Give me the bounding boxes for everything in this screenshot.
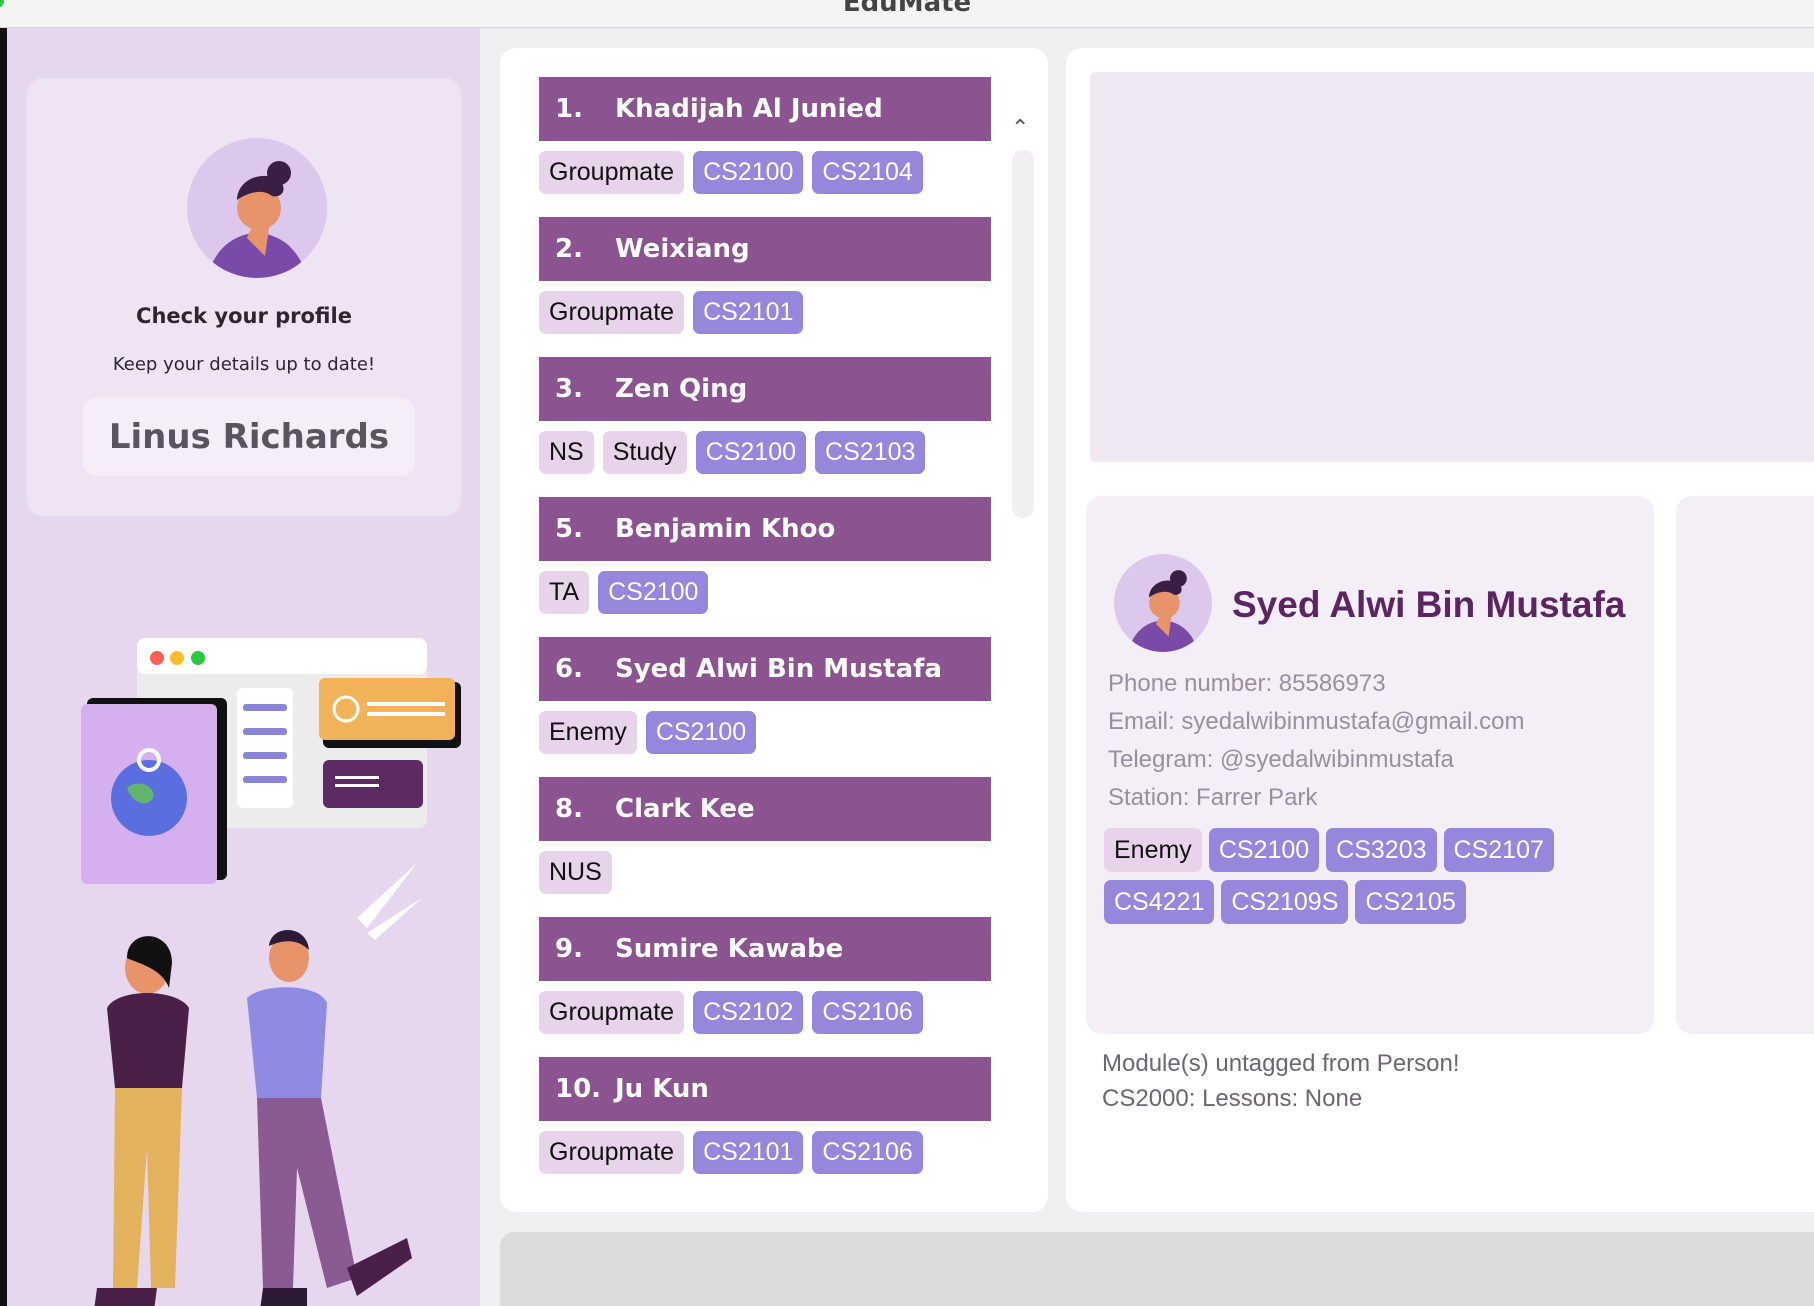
detail-name: Syed Alwi Bin Mustafa	[1232, 584, 1626, 625]
detail-station: Station: Farrer Park	[1108, 784, 1318, 811]
person-index: 2.	[555, 234, 583, 264]
person-tags: Groupmate CS2102 CS2106	[539, 991, 991, 1034]
detail-card-secondary	[1676, 496, 1814, 1034]
module-tag: CS4221	[1104, 880, 1215, 924]
person-tags: NUS	[539, 851, 991, 894]
person-detail-panel: Syed Alwi Bin Mustafa Phone number: 8558…	[1066, 48, 1814, 1212]
person-index: 6.	[555, 654, 583, 684]
person-card[interactable]: 3. Zen Qing NS Study CS2100 CS2103	[539, 357, 991, 497]
group-tag: Groupmate	[539, 291, 685, 334]
person-index: 8.	[555, 794, 583, 824]
profile-subtitle: Keep your details up to date!	[112, 354, 376, 375]
detail-banner	[1090, 72, 1814, 462]
group-tag: Groupmate	[539, 151, 685, 194]
person-card[interactable]: 9. Sumire Kawabe Groupmate CS2102 CS2106	[539, 917, 991, 1057]
group-tag: Enemy	[1104, 828, 1202, 872]
person-tags: Groupmate CS2101	[539, 291, 991, 334]
person-index: 5.	[555, 514, 583, 544]
person-name: Benjamin Khoo	[615, 514, 836, 544]
person-card-header: 2. Weixiang	[539, 217, 991, 281]
person-card[interactable]: 1. Khadijah Al Junied Groupmate CS2100 CS210…	[539, 77, 991, 217]
module-tag: CS2101	[693, 291, 804, 334]
person-card[interactable]: 5. Benjamin Khoo TA CS2100	[539, 497, 991, 637]
module-tag: CS2105	[1355, 880, 1466, 924]
person-card[interactable]: 6. Syed Alwi Bin Mustafa Enemy CS2100	[539, 637, 991, 777]
person-card-header: 6. Syed Alwi Bin Mustafa	[539, 637, 991, 701]
group-tag: NUS	[539, 851, 612, 894]
module-tag: CS2104	[812, 151, 923, 194]
person-index: 10.	[555, 1074, 602, 1104]
profile-heading: Check your profile	[136, 304, 352, 328]
sidebar: Check your profile Keep your details up …	[0, 28, 480, 1306]
person-card-header: 1. Khadijah Al Junied	[539, 77, 991, 141]
person-name: Zen Qing	[615, 374, 748, 404]
result-display: Module(s) untagged from Person! CS2000: …	[1102, 1046, 1460, 1116]
decorative-illustration	[57, 628, 467, 1306]
module-tag: CS2101	[693, 1131, 804, 1174]
module-tag: CS2100	[1208, 828, 1320, 872]
module-tag: CS2100	[693, 151, 804, 194]
detail-phone: Phone number: 85586973	[1108, 670, 1386, 697]
module-tag: CS2100	[598, 571, 709, 614]
profile-name-button[interactable]: Linus Richards	[83, 398, 415, 476]
person-tags: TA CS2100	[539, 571, 991, 614]
module-tag: CS2106	[812, 991, 923, 1034]
module-tag: CS2106	[812, 1131, 923, 1174]
group-tag: TA	[539, 571, 590, 614]
group-tag: Groupmate	[539, 991, 685, 1034]
person-index: 1.	[555, 94, 583, 124]
person-name: Syed Alwi Bin Mustafa	[615, 654, 942, 684]
person-index: 9.	[555, 934, 583, 964]
module-tag: CS2102	[693, 991, 804, 1034]
list-scrollbar-thumb[interactable]	[1012, 150, 1034, 518]
module-tag: CS2100	[645, 711, 757, 754]
group-tag: Enemy	[539, 711, 637, 754]
detail-email: Email: syedalwibinmustafa@gmail.com	[1108, 708, 1525, 735]
person-name: Clark Kee	[615, 794, 755, 824]
window-title: EduMate	[842, 0, 972, 18]
person-tags: Groupmate CS2101 CS2106	[539, 1131, 991, 1174]
person-card[interactable]: 2. Weixiang Groupmate CS2101	[539, 217, 991, 357]
person-name: Ju Kun	[615, 1074, 709, 1104]
person-name: Weixiang	[615, 234, 750, 264]
window-titlebar: EduMate	[0, 0, 1814, 28]
person-card[interactable]: 8. Clark Kee NUS	[539, 777, 991, 917]
person-card-header: 3. Zen Qing	[539, 357, 991, 421]
module-tag: CS2107	[1443, 828, 1554, 872]
command-input[interactable]	[500, 1232, 1814, 1306]
person-index: 3.	[555, 374, 583, 404]
detail-card: Syed Alwi Bin Mustafa Phone number: 8558…	[1086, 496, 1654, 1034]
person-tags: Groupmate CS2100 CS2104	[539, 151, 991, 194]
person-card-header: 10. Ju Kun	[539, 1057, 991, 1121]
person-list-panel[interactable]: 1. Khadijah Al Junied Groupmate CS2100 CS210…	[500, 48, 1048, 1212]
person-tags: NS Study CS2100 CS2103	[539, 431, 991, 474]
group-tag: NS	[539, 431, 594, 474]
module-tag: CS3203	[1326, 828, 1437, 872]
module-tag: CS2103	[815, 431, 926, 474]
person-name: Sumire Kawabe	[615, 934, 844, 964]
person-card-header: 8. Clark Kee	[539, 777, 991, 841]
module-tag: CS2100	[695, 431, 807, 474]
person-card-header: 5. Benjamin Khoo	[539, 497, 991, 561]
person-name: Khadijah Al Junied	[615, 94, 883, 124]
detail-telegram: Telegram: @syedalwibinmustafa	[1108, 746, 1454, 773]
person-card-header: 9. Sumire Kawabe	[539, 917, 991, 981]
result-line-2: CS2000: Lessons: None	[1102, 1085, 1363, 1112]
detail-avatar	[1114, 554, 1212, 652]
scroll-up-icon[interactable]: ⌃	[1011, 116, 1029, 141]
result-line-1: Module(s) untagged from Person!	[1102, 1050, 1460, 1077]
profile-avatar	[187, 138, 327, 278]
person-card[interactable]: 10. Ju Kun Groupmate CS2101 CS2106	[539, 1057, 991, 1197]
group-tag: Groupmate	[539, 1131, 685, 1174]
person-tags: Enemy CS2100	[539, 711, 991, 754]
module-tag: CS2109S	[1221, 880, 1349, 924]
person-list: 1. Khadijah Al Junied Groupmate CS2100 CS210…	[539, 77, 991, 1199]
detail-tags: Enemy CS2100 CS3203 CS2107 CS4221 CS2109S CS21…	[1104, 828, 1624, 924]
profile-card[interactable]: Check your profile Keep your details up …	[27, 78, 461, 516]
group-tag: Study	[602, 431, 687, 474]
